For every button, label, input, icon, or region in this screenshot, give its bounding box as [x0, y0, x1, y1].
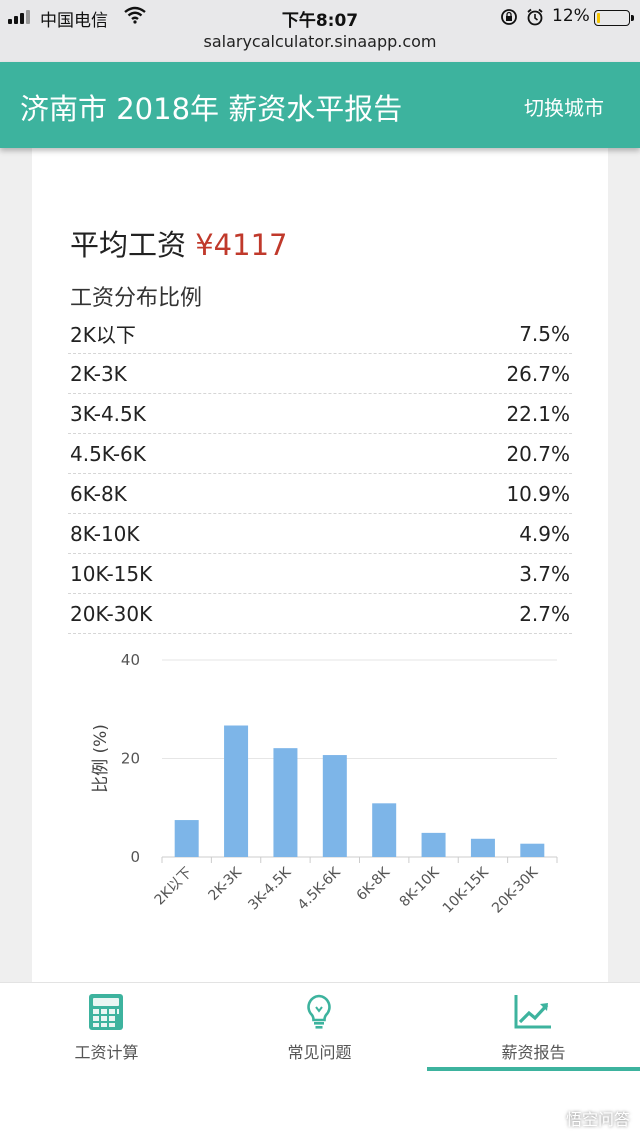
range-percent: 3.7% — [519, 561, 570, 586]
trend-chart-icon — [514, 995, 551, 1029]
range-percent: 10.9% — [506, 481, 570, 506]
x-tick-label: 3K-4.5K — [245, 864, 294, 913]
range-percent: 20.7% — [506, 441, 570, 466]
tab-label: 薪资报告 — [501, 1043, 566, 1062]
x-tick-label: 2K以下 — [152, 865, 196, 909]
rotation-lock-icon — [501, 9, 517, 25]
watermark: 悟空问答 — [565, 1110, 630, 1129]
x-tick-label: 6K-8K — [354, 864, 394, 904]
y-axis-label: 比例 (%) — [91, 724, 111, 793]
app-header: 济南市 2018年 薪资水平报告 切换城市 — [0, 62, 640, 148]
tab-label: 工资计算 — [74, 1043, 139, 1062]
average-salary-label: 平均工资 — [70, 228, 187, 262]
tab-faq[interactable]: 常见问题 — [213, 983, 426, 1073]
chart-bar — [421, 832, 446, 857]
active-tab-indicator — [427, 1067, 640, 1071]
table-row: 10K-15K 3.7% — [68, 554, 572, 594]
y-tick-label: 0 — [130, 848, 140, 866]
range-label: 20K-30K — [70, 601, 153, 626]
x-tick-label: 20K-30K — [489, 864, 542, 917]
chart-bar — [520, 843, 545, 857]
average-salary-value: ¥4117 — [195, 228, 288, 262]
status-bar: 中国电信 下午8:07 12% salarycalculator.sinaapp… — [0, 0, 640, 62]
report-card: 平均工资 ¥4117 工资分布比例 2K以下 7.5% 2K-3K 26.7% 3K… — [32, 148, 608, 988]
page-url[interactable]: salarycalculator.sinaapp.com — [0, 32, 640, 51]
chart-bar — [322, 755, 347, 857]
chart-bar — [470, 838, 495, 857]
chart-bar — [174, 820, 199, 857]
salary-distribution-chart: 0 20 40 比例 (%) 2K以下 2K-3K 3K-4.5K 4.5K-6K 6K-8K 8… — [91, 651, 558, 917]
range-label: 10K-15K — [70, 561, 153, 586]
range-percent: 26.7% — [506, 361, 570, 386]
x-tick-label: 2K-3K — [205, 864, 245, 904]
table-row: 2K以下 7.5% — [68, 314, 572, 354]
battery-percent: 12% — [552, 6, 590, 26]
page-title: 济南市 2018年 薪资水平报告 — [20, 92, 403, 126]
x-tick-label: 8K-10K — [397, 864, 443, 910]
table-row: 2K-3K 26.7% — [68, 354, 572, 394]
table-row: 3K-4.5K 22.1% — [68, 394, 572, 434]
table-row: 4.5K-6K 20.7% — [68, 434, 572, 474]
range-label: 8K-10K — [70, 521, 140, 546]
switch-city-button[interactable]: 切换城市 — [524, 92, 604, 121]
range-label: 4.5K-6K — [70, 441, 146, 466]
y-tick-label: 40 — [121, 651, 140, 669]
battery-icon — [594, 10, 634, 26]
chart-bar — [372, 803, 397, 857]
range-percent: 7.5% — [519, 321, 570, 346]
x-tick-label: 10K-15K — [440, 864, 493, 917]
tab-salary-report[interactable]: 薪资报告 — [427, 983, 640, 1073]
chart-bar — [273, 748, 298, 857]
range-label: 2K以下 — [70, 323, 136, 347]
x-tick-label: 4.5K-6K — [295, 864, 344, 913]
table-row: 8K-10K 4.9% — [68, 514, 572, 554]
lightbulb-icon — [307, 994, 331, 1029]
table-row: 6K-8K 10.9% — [68, 474, 572, 514]
distribution-table: 2K以下 7.5% 2K-3K 26.7% 3K-4.5K 22.1% 4.5K-6K… — [68, 314, 572, 634]
range-percent: 2.7% — [519, 601, 570, 626]
status-time: 下午8:07 — [281, 11, 359, 31]
bottom-tab-bar: 工资计算 常见问题 薪资报告 悟空问答 — [0, 982, 640, 1138]
alarm-icon — [527, 8, 543, 26]
table-row: 20K-30K 2.7% — [68, 594, 572, 634]
tab-salary-calculator[interactable]: 工资计算 — [0, 983, 213, 1073]
average-salary: 平均工资 ¥4117 — [70, 222, 288, 264]
range-percent: 4.9% — [519, 521, 570, 546]
range-label: 2K-3K — [70, 361, 127, 386]
range-label: 3K-4.5K — [70, 401, 146, 426]
y-tick-label: 20 — [121, 750, 140, 768]
distribution-title: 工资分布比例 — [70, 286, 203, 311]
chart-bar — [224, 725, 249, 857]
calculator-icon — [89, 994, 123, 1030]
range-label: 6K-8K — [70, 481, 127, 506]
range-percent: 22.1% — [506, 401, 570, 426]
tab-label: 常见问题 — [287, 1043, 352, 1062]
